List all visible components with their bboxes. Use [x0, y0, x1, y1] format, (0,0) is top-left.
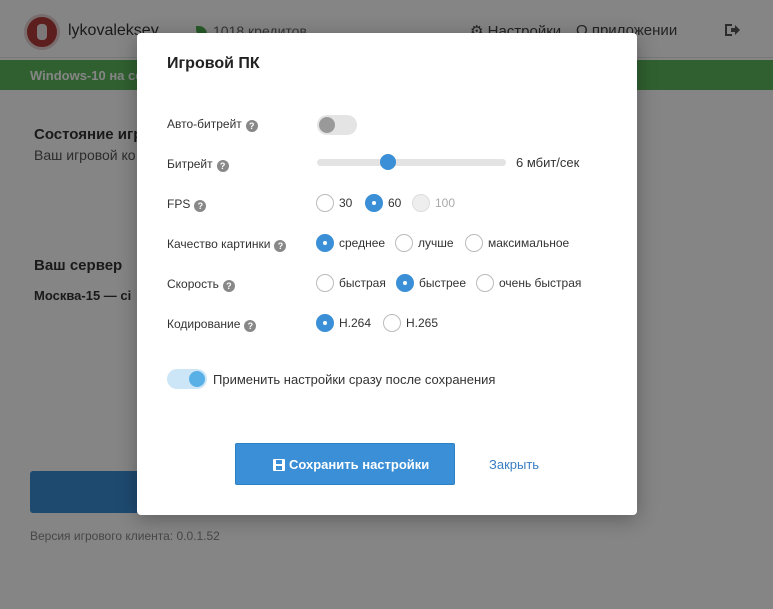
encoding-h264-radio[interactable]: H.264: [316, 314, 371, 332]
radio-dot: [316, 234, 334, 252]
help-icon[interactable]: ?: [216, 160, 229, 172]
fps-30-radio[interactable]: 30: [316, 194, 352, 212]
help-icon[interactable]: ?: [274, 240, 287, 252]
speed-faster-label: быстрее: [419, 276, 467, 290]
fps-100-label: 100: [435, 196, 456, 210]
close-link[interactable]: Закрыть: [489, 457, 539, 472]
save-icon: [273, 459, 285, 471]
radio-dot: [316, 274, 334, 292]
fps-100-radio[interactable]: 100: [412, 194, 455, 212]
speed-fast-label: быстрая: [339, 276, 386, 290]
help-icon[interactable]: ?: [222, 280, 235, 292]
bitrate-value: 6 мбит/сек: [516, 155, 580, 170]
fps-text: FPS: [167, 197, 191, 211]
auto-bitrate-text: Авто-битрейт: [167, 117, 242, 131]
apply-immediately-label: Применить настройки сразу после сохранен…: [213, 372, 496, 387]
speed-faster-radio[interactable]: быстрее: [396, 274, 466, 292]
speed-label: Скорость?: [167, 277, 235, 292]
radio-dot: [395, 234, 413, 252]
quality-medium-label: среднее: [339, 236, 386, 250]
encoding-h265-label: H.265: [406, 316, 439, 330]
quality-better-radio[interactable]: лучше: [395, 234, 454, 252]
auto-bitrate-toggle[interactable]: [317, 115, 357, 135]
fps-60-radio[interactable]: 60: [365, 194, 401, 212]
toggle-knob: [189, 371, 205, 387]
encoding-label: Кодирование?: [167, 317, 257, 332]
fps-label: FPS?: [167, 197, 207, 212]
quality-label: Качество картинки?: [167, 237, 287, 252]
auto-bitrate-label: Авто-битрейт?: [167, 117, 258, 132]
radio-dot: [383, 314, 401, 332]
save-settings-label: Сохранить настройки: [289, 457, 430, 472]
encoding-h265-radio[interactable]: H.265: [383, 314, 438, 332]
speed-fast-radio[interactable]: быстрая: [316, 274, 386, 292]
radio-dot: [465, 234, 483, 252]
radio-dot: [396, 274, 414, 292]
quality-better-label: лучше: [418, 236, 454, 250]
bitrate-slider-handle[interactable]: [380, 154, 396, 170]
radio-dot: [412, 194, 430, 212]
quality-max-radio[interactable]: максимальное: [465, 234, 569, 252]
radio-dot: [365, 194, 383, 212]
save-settings-button[interactable]: Сохранить настройки: [235, 443, 455, 485]
encoding-text: Кодирование: [167, 317, 241, 331]
dialog-title: Игровой ПК: [167, 55, 260, 72]
help-icon[interactable]: ?: [244, 320, 257, 332]
encoding-h264-label: H.264: [339, 316, 372, 330]
radio-dot: [476, 274, 494, 292]
fps-60-label: 60: [388, 196, 402, 210]
quality-max-label: максимальное: [488, 236, 570, 250]
help-icon[interactable]: ?: [194, 200, 207, 212]
speed-very-fast-radio[interactable]: очень быстрая: [476, 274, 581, 292]
toggle-knob: [319, 117, 335, 133]
bitrate-text: Битрейт: [167, 157, 213, 171]
fps-30-label: 30: [339, 196, 353, 210]
game-pc-settings-dialog: Игровой ПК Авто-битрейт? Битрейт? 6 мбит…: [137, 33, 637, 515]
quality-text: Качество картинки: [167, 237, 271, 251]
radio-dot: [316, 314, 334, 332]
radio-dot: [316, 194, 334, 212]
apply-immediately-toggle[interactable]: [167, 369, 207, 389]
quality-medium-radio[interactable]: среднее: [316, 234, 385, 252]
speed-text: Скорость: [167, 277, 219, 291]
bitrate-label: Битрейт?: [167, 157, 229, 172]
help-icon[interactable]: ?: [245, 120, 258, 132]
speed-very-fast-label: очень быстрая: [499, 276, 582, 290]
bitrate-slider-track[interactable]: [317, 159, 506, 166]
